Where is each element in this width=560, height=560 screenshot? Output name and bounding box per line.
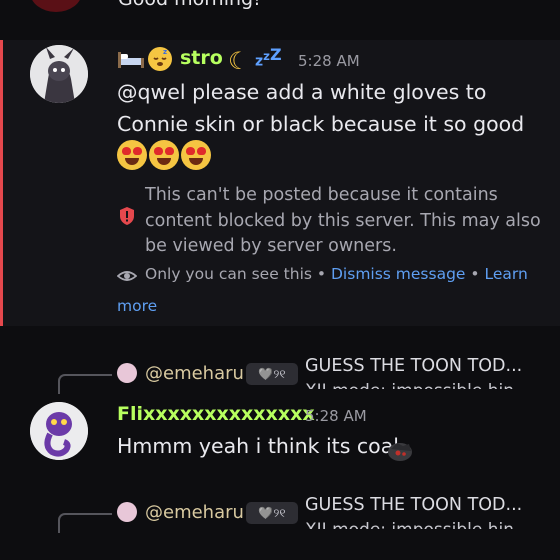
author-name[interactable]: stro: [180, 47, 223, 69]
blocked-notice: This can't be posted because it contains…: [145, 185, 541, 256]
separator-dot: •: [470, 265, 480, 283]
learn-more-link[interactable]: Learn: [485, 265, 528, 283]
bed-icon: [118, 52, 144, 68]
reply-avatar[interactable]: [117, 363, 137, 383]
eye-icon: [117, 271, 137, 281]
message-content: Hmmm yeah i think its coal: [117, 434, 399, 458]
author-name[interactable]: Flixxxxxxxxxxxxxx: [117, 403, 315, 425]
message-timestamp: 5:28 AM: [298, 52, 360, 70]
reply-avatar[interactable]: [117, 502, 137, 522]
author-avatar[interactable]: [30, 45, 88, 103]
previous-message-avatar[interactable]: [30, 0, 82, 12]
reply-connector: [58, 513, 112, 533]
reply-preview[interactable]: GUESS THE TOON TOD...: [305, 495, 522, 515]
heart-eyes-emoji-icon: [149, 140, 179, 170]
crescent-moon-icon: ☾: [228, 47, 250, 75]
message-timestamp: 5:28 AM: [305, 407, 367, 425]
heart-eyes-emoji-icon: [181, 140, 211, 170]
reply-preview[interactable]: GUESS THE TOON TOD...: [305, 356, 522, 376]
user-tag-badge: 🩶୨୧: [246, 363, 298, 385]
sleeping-face-icon: z: [148, 47, 172, 71]
message-line-1: @qwel please add a white gloves to: [117, 80, 487, 104]
learn-more-link-continued[interactable]: more: [117, 297, 157, 315]
dismiss-message-link[interactable]: Dismiss message: [331, 265, 465, 283]
shield-icon: [120, 207, 134, 225]
reply-author[interactable]: @emeharu: [145, 502, 244, 523]
reply-preview-line2: XII mode: impossible hin: [305, 381, 514, 389]
visibility-note: Only you can see this: [145, 265, 312, 283]
svg-text:z: z: [163, 48, 167, 56]
user-tag-badge: 🩶୨୧: [246, 502, 298, 524]
reply-preview-line2: XII mode: impossible hin: [305, 520, 514, 529]
reply-connector: [58, 374, 112, 394]
previous-message-text: Good morning!: [118, 0, 261, 10]
coal-emoji-icon: [388, 443, 412, 461]
ephemeral-note: Only you can see this • Dismiss message …: [145, 265, 528, 283]
message-line-2: Connie skin or black because it so good: [117, 112, 525, 136]
zzz-icon: zzZ: [255, 45, 282, 70]
author-avatar[interactable]: [30, 402, 88, 460]
reply-author[interactable]: @emeharu: [145, 363, 244, 384]
heart-eyes-emoji-icon: [117, 140, 147, 170]
separator-dot: •: [316, 265, 327, 283]
